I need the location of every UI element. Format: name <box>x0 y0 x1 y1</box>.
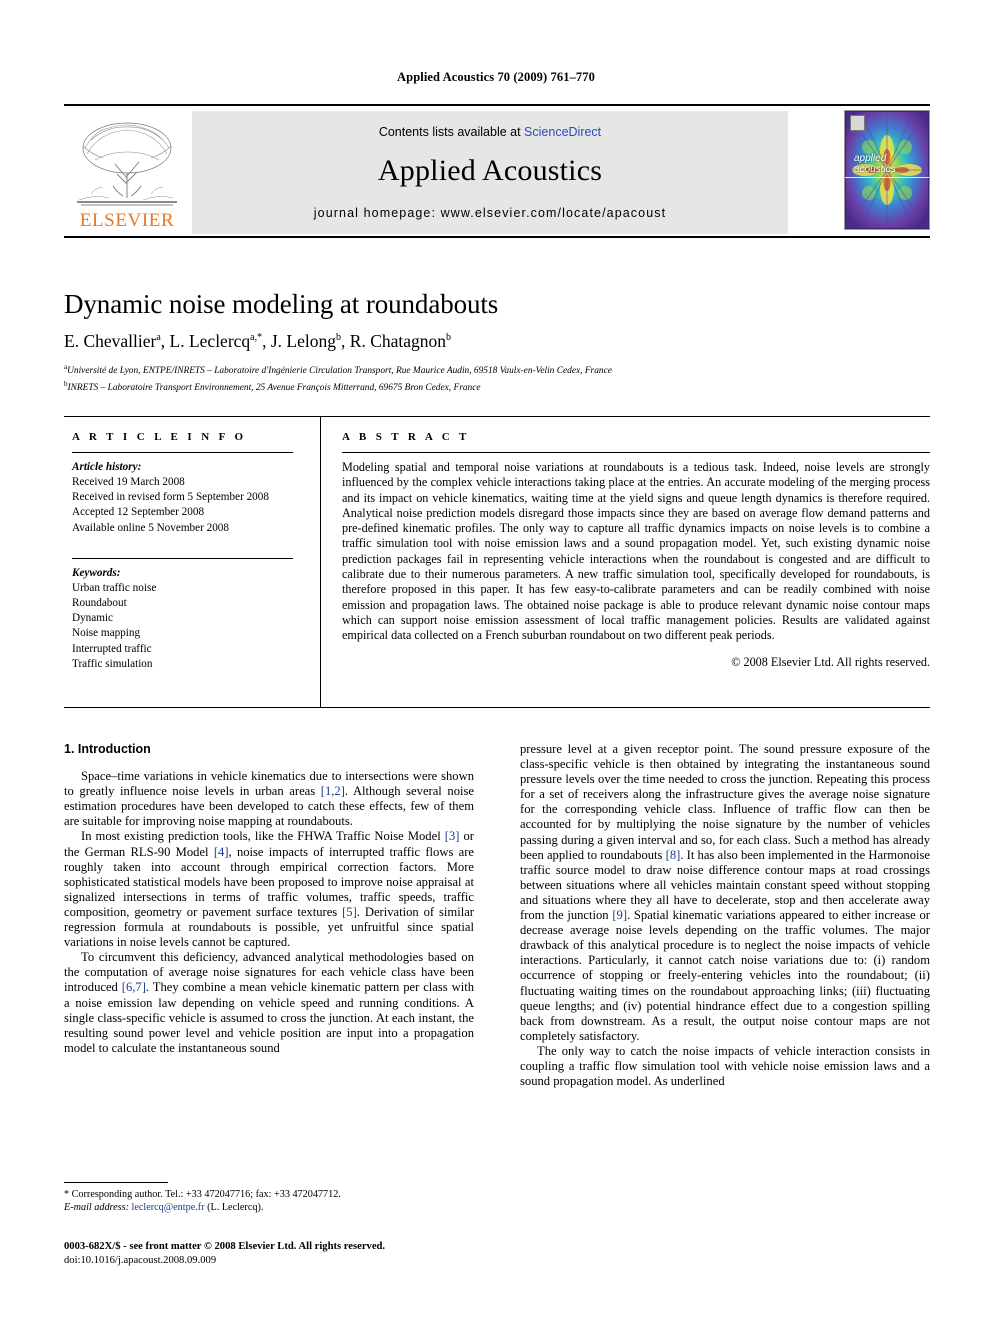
article-info-column: A R T I C L E I N F O Article history: R… <box>72 431 308 672</box>
footnote-block: * Corresponding author. Tel.: +33 472047… <box>64 1188 476 1215</box>
cover-publisher-badge <box>850 115 865 131</box>
footnote-rule <box>64 1182 168 1183</box>
email-suffix: (L. Leclercq). <box>207 1202 264 1214</box>
corresponding-author-note: * Corresponding author. Tel.: +33 472047… <box>64 1189 341 1200</box>
doi-line: doi:10.1016/j.apacoust.2008.09.009 <box>64 1255 217 1266</box>
paper-page: Applied Acoustics 70 (2009) 761–770 ELSE… <box>0 0 992 1323</box>
running-head: Applied Acoustics 70 (2009) 761–770 <box>397 70 595 84</box>
keywords-rule <box>72 557 293 559</box>
abstract-column: A B S T R A C T Modeling spatial and tem… <box>342 431 930 670</box>
elsevier-tree-icon <box>77 122 177 206</box>
cover-title-line2: acoustics <box>854 164 896 175</box>
citation-link[interactable]: [3] <box>445 829 460 843</box>
abstract-heading: A B S T R A C T <box>342 431 470 443</box>
article-history-label: Article history: <box>72 461 142 473</box>
sciencedirect-link[interactable]: ScienceDirect <box>524 125 601 139</box>
keywords-list: Urban traffic noise Roundabout Dynamic N… <box>72 581 308 672</box>
affiliation-b: bINRETS – Laboratoire Transport Environn… <box>64 380 481 394</box>
history-item: Received 19 March 2008 <box>72 476 185 488</box>
issn-line: 0003-682X/$ - see front matter © 2008 El… <box>64 1241 386 1252</box>
elsevier-wordmark: ELSEVIER <box>79 210 175 231</box>
journal-masthead: ELSEVIER Contents lists available at Sci… <box>64 104 930 238</box>
keyword-item: Noise mapping <box>72 627 141 640</box>
paragraph: pressure level at a given receptor point… <box>520 742 930 1043</box>
journal-title: Applied Acoustics <box>377 154 603 187</box>
cover-divider <box>845 177 929 178</box>
affiliation-a-text: Université de Lyon, ENTPE/INRETS – Labor… <box>67 366 612 377</box>
keyword-item: Dynamic <box>72 612 114 625</box>
email-link[interactable]: leclercq@entpe.fr <box>132 1202 205 1213</box>
abstract-copyright: © 2008 Elsevier Ltd. All rights reserved… <box>731 654 930 669</box>
affiliations: aUniversité de Lyon, ENTPE/INRETS – Labo… <box>64 361 944 395</box>
email-note: E-mail address: leclercq@entpe.fr (L. Le… <box>64 1201 476 1214</box>
keyword-item: Interrupted traffic <box>72 642 152 655</box>
contents-available-line: Contents lists available at ScienceDirec… <box>192 125 788 139</box>
affiliation-a: aUniversité de Lyon, ENTPE/INRETS – Labo… <box>64 363 612 377</box>
band-vertical-divider <box>320 416 321 708</box>
email-label: E-mail address: <box>64 1202 129 1214</box>
paragraph: The only way to catch the noise impacts … <box>520 1043 930 1089</box>
body-column-left: 1. Introduction Space–time variations in… <box>64 742 474 1056</box>
article-info-rule <box>72 452 293 453</box>
history-item: Available online 5 November 2008 <box>72 521 229 534</box>
cover-title-line1: applied <box>854 153 887 164</box>
author-list: E. Chevalliera, L. Leclercqa,*, J. Lelon… <box>64 331 452 351</box>
contents-prefix: Contents lists available at <box>378 125 525 139</box>
journal-homepage[interactable]: journal homepage: www.elsevier.com/locat… <box>192 206 788 220</box>
affiliation-b-text: INRETS – Laboratoire Transport Environne… <box>67 383 481 394</box>
citation-link[interactable]: [4] <box>214 845 229 859</box>
citation-link[interactable]: [5] <box>342 905 357 919</box>
abstract-rule <box>342 452 930 453</box>
journal-cover-thumbnail: applied acoustics <box>844 110 930 230</box>
history-item: Accepted 12 September 2008 <box>72 506 205 519</box>
masthead-center: Contents lists available at ScienceDirec… <box>192 111 788 234</box>
citation-link[interactable]: [9] <box>612 908 627 922</box>
keyword-item: Urban traffic noise <box>72 581 157 594</box>
paragraph: In most existing prediction tools, like … <box>64 829 475 950</box>
cover-journal-title: applied acoustics <box>854 153 896 175</box>
citation-link[interactable]: [1,2] <box>321 784 345 798</box>
abstract-text: Modeling spatial and temporal noise vari… <box>342 460 930 643</box>
keywords-label: Keywords: <box>72 566 121 579</box>
paragraph: Space–time variations in vehicle kinemat… <box>64 769 475 829</box>
keyword-item: Traffic simulation <box>72 657 153 670</box>
keyword-item: Roundabout <box>72 597 127 610</box>
citation-link[interactable]: [8] <box>666 848 681 862</box>
article-info-heading: A R T I C L E I N F O <box>72 431 247 443</box>
paragraph: To circumvent this deficiency, advanced … <box>64 950 474 1055</box>
article-history-list: Received 19 March 2008 Received in revis… <box>72 475 308 536</box>
citation-link[interactable]: [6,7] <box>122 980 146 994</box>
issn-copyright-block: 0003-682X/$ - see front matter © 2008 El… <box>64 1240 504 1268</box>
section-heading-introduction: 1. Introduction <box>64 742 151 756</box>
body-column-right: pressure level at a given receptor point… <box>520 742 930 1089</box>
paper-title: Dynamic noise modeling at roundabouts <box>64 289 499 319</box>
history-item: Received in revised form 5 September 200… <box>72 491 269 504</box>
elsevier-logo: ELSEVIER <box>68 112 186 230</box>
